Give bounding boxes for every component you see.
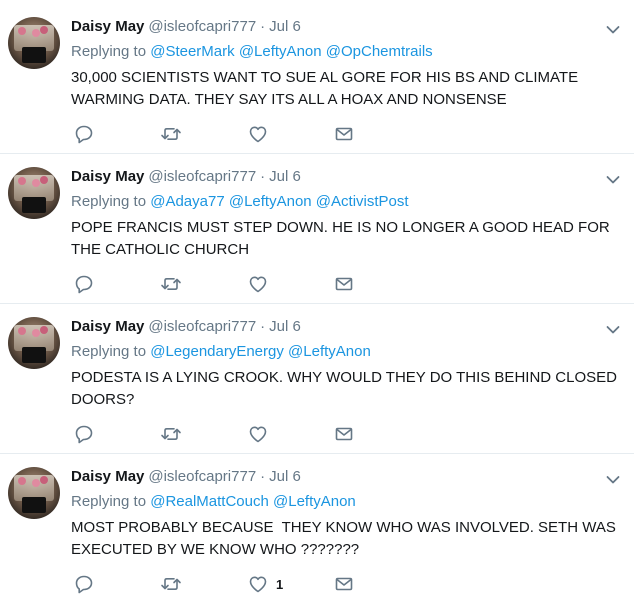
mention-link[interactable]: @ActivistPost: [316, 193, 409, 210]
retweet-button[interactable]: [160, 124, 182, 144]
heart-icon: [249, 426, 267, 443]
mention-link[interactable]: @LegendaryEnergy: [150, 343, 284, 360]
mail-icon: [335, 127, 353, 141]
reply-button[interactable]: [74, 574, 94, 594]
display-name[interactable]: Daisy May: [71, 18, 144, 35]
retweet-button[interactable]: [160, 424, 182, 444]
reply-icon: [75, 575, 93, 594]
tweet-actions: 1: [74, 574, 374, 596]
direct-message-button[interactable]: [334, 424, 354, 444]
display-name[interactable]: Daisy May: [71, 318, 144, 335]
avatar[interactable]: [8, 467, 60, 519]
separator-dot: ·: [260, 18, 266, 35]
reply-icon: [75, 125, 93, 144]
chevron-down-icon[interactable]: [606, 172, 620, 184]
heart-icon: [249, 576, 267, 593]
tweet[interactable]: Daisy May @isleofcapri777 · Jul 6 Replying …: [0, 154, 634, 304]
mail-icon: [335, 577, 353, 591]
heart-icon: [249, 276, 267, 293]
mention-link[interactable]: @RealMattCouch: [150, 493, 269, 510]
replying-label: Replying to: [71, 193, 147, 210]
tweet-text: 30,000 SCIENTISTS WANT TO SUE AL GORE FO…: [71, 69, 579, 108]
separator-dot: ·: [260, 318, 266, 335]
avatar[interactable]: [8, 17, 60, 69]
tweet-text: PODESTA IS A LYING CROOK. WHY WOULD THEY…: [71, 369, 617, 408]
reply-button[interactable]: [74, 274, 94, 294]
tweet[interactable]: Daisy May @isleofcapri777 · Jul 6 Replying …: [0, 454, 634, 604]
heart-icon: [249, 126, 267, 143]
user-handle[interactable]: @isleofcapri777: [148, 18, 256, 35]
tweet-date[interactable]: Jul 6: [269, 468, 301, 485]
tweet-date[interactable]: Jul 6: [269, 318, 301, 335]
tweet[interactable]: Daisy May @isleofcapri777 · Jul 6 Replying …: [0, 304, 634, 454]
mail-icon: [335, 427, 353, 441]
like-count: 1: [276, 576, 284, 592]
user-handle[interactable]: @isleofcapri777: [148, 468, 256, 485]
reply-icon: [75, 425, 93, 444]
tweet-date[interactable]: Jul 6: [269, 18, 301, 35]
like-button[interactable]: [248, 424, 276, 444]
direct-message-button[interactable]: [334, 124, 354, 144]
mention-link[interactable]: @LeftyAnon: [288, 343, 371, 360]
tweet-header: Daisy May @isleofcapri777 · Jul 6: [71, 167, 301, 187]
reply-button[interactable]: [74, 424, 94, 444]
retweet-icon: [161, 278, 181, 290]
tweet-header: Daisy May @isleofcapri777 · Jul 6: [71, 467, 301, 487]
separator-dot: ·: [260, 468, 266, 485]
chevron-down-icon[interactable]: [606, 322, 620, 334]
retweet-button[interactable]: [160, 274, 182, 294]
retweet-icon: [161, 578, 181, 590]
retweet-icon: [161, 128, 181, 140]
replying-to: Replying to @LegendaryEnergy @LeftyAnon: [71, 342, 371, 362]
tweet-header: Daisy May @isleofcapri777 · Jul 6: [71, 17, 301, 37]
mention-link[interactable]: @LeftyAnon: [229, 193, 312, 210]
tweet-text: MOST PROBABLY BECAUSE THEY KNOW WHO WAS …: [71, 519, 620, 558]
mention-link[interactable]: @LeftyAnon: [273, 493, 356, 510]
tweet[interactable]: Daisy May @isleofcapri777 · Jul 6 Replying …: [0, 4, 634, 154]
replying-to: Replying to @RealMattCouch @LeftyAnon: [71, 492, 356, 512]
display-name[interactable]: Daisy May: [71, 168, 144, 185]
chevron-down-icon[interactable]: [606, 472, 620, 484]
replying-label: Replying to: [71, 343, 147, 360]
tweet-actions: [74, 424, 374, 446]
mention-link[interactable]: @SteerMark: [150, 43, 234, 60]
retweet-icon: [161, 428, 181, 440]
separator-dot: ·: [260, 168, 266, 185]
tweet-feed: Daisy May @isleofcapri777 · Jul 6 Replying …: [0, 0, 634, 604]
mention-link[interactable]: @LeftyAnon: [239, 43, 322, 60]
reply-icon: [75, 275, 93, 294]
chevron-down-icon[interactable]: [606, 22, 620, 34]
avatar[interactable]: [8, 167, 60, 219]
user-handle[interactable]: @isleofcapri777: [148, 318, 256, 335]
display-name[interactable]: Daisy May: [71, 468, 144, 485]
mention-link[interactable]: @OpChemtrails: [326, 43, 433, 60]
tweet-text: POPE FRANCIS MUST STEP DOWN. HE IS NO LO…: [71, 219, 610, 258]
replying-label: Replying to: [71, 43, 147, 60]
like-button[interactable]: 1: [248, 574, 283, 594]
retweet-button[interactable]: [160, 574, 182, 594]
mail-icon: [335, 277, 353, 291]
direct-message-button[interactable]: [334, 574, 354, 594]
tweet-actions: [74, 124, 374, 146]
tweet-header: Daisy May @isleofcapri777 · Jul 6: [71, 317, 301, 337]
tweet-date[interactable]: Jul 6: [269, 168, 301, 185]
replying-to: Replying to @SteerMark @LeftyAnon @OpChe…: [71, 42, 433, 62]
like-button[interactable]: [248, 274, 276, 294]
replying-to: Replying to @Adaya77 @LeftyAnon @Activis…: [71, 192, 409, 212]
replying-label: Replying to: [71, 493, 147, 510]
like-button[interactable]: [248, 124, 276, 144]
mention-link[interactable]: @Adaya77: [150, 193, 224, 210]
avatar[interactable]: [8, 317, 60, 369]
user-handle[interactable]: @isleofcapri777: [148, 168, 256, 185]
reply-button[interactable]: [74, 124, 94, 144]
tweet-actions: [74, 274, 374, 296]
direct-message-button[interactable]: [334, 274, 354, 294]
